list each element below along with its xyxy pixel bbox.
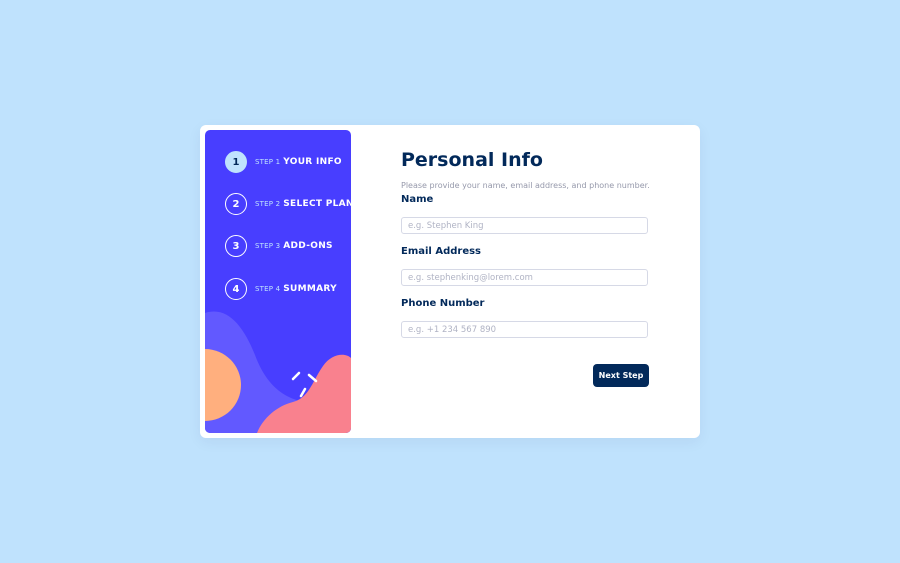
page-subtitle: Please provide your name, email address,…: [401, 181, 650, 190]
step-number-badge: 2: [225, 193, 247, 215]
step-label: STEP 1: [255, 158, 281, 166]
step-select-plan[interactable]: 2 STEP 2 SELECT PLAN: [225, 193, 351, 215]
step-title: YOUR INFO: [283, 157, 342, 167]
step-label: STEP 2: [255, 200, 281, 208]
step-number-badge: 1: [225, 151, 247, 173]
step-label: STEP 4: [255, 285, 281, 293]
phone-label: Phone Number: [401, 298, 485, 309]
next-step-button[interactable]: Next Step: [593, 364, 649, 387]
sidebar: 1 STEP 1 YOUR INFO 2 STEP 2 SELECT PLAN …: [205, 130, 351, 433]
form-card: 1 STEP 1 YOUR INFO 2 STEP 2 SELECT PLAN …: [200, 125, 700, 438]
step-add-ons[interactable]: 3 STEP 3 ADD-ONS: [225, 235, 333, 257]
form-main: Personal Info Please provide your name, …: [401, 125, 661, 438]
step-number-badge: 4: [225, 278, 247, 300]
step-number-badge: 3: [225, 235, 247, 257]
step-label: STEP 3: [255, 242, 281, 250]
step-title: SUMMARY: [283, 284, 337, 294]
phone-input[interactable]: [401, 321, 648, 338]
name-label: Name: [401, 194, 434, 205]
name-input[interactable]: [401, 217, 648, 234]
step-title: ADD-ONS: [283, 241, 333, 251]
step-summary[interactable]: 4 STEP 4 SUMMARY: [225, 278, 337, 300]
step-title: SELECT PLAN: [283, 199, 351, 209]
email-input[interactable]: [401, 269, 648, 286]
step-your-info[interactable]: 1 STEP 1 YOUR INFO: [225, 151, 342, 173]
page-title: Personal Info: [401, 149, 543, 171]
email-label: Email Address: [401, 246, 482, 257]
